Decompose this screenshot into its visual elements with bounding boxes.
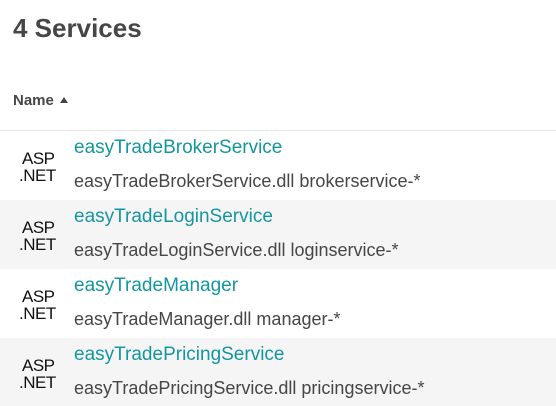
service-name-link[interactable]: easyTradeBrokerService	[74, 137, 282, 159]
table-row: ASP .NET easyTradePricingService easyTra…	[0, 338, 556, 406]
aspnet-icon: ASP .NET	[19, 149, 56, 185]
service-detail: easyTradePricingService.dll pricingservi…	[74, 378, 425, 398]
table-row: ASP .NET easyTradeManager easyTradeManag…	[0, 269, 556, 338]
sort-ascending-icon	[59, 96, 68, 103]
service-detail: easyTradeBrokerService.dll brokerservice…	[74, 171, 421, 191]
aspnet-icon: ASP .NET	[19, 218, 56, 254]
name-column-header[interactable]: Name	[13, 92, 68, 109]
service-name-link[interactable]: easyTradeManager	[74, 275, 238, 297]
table-row: ASP .NET easyTradeLoginService easyTrade…	[0, 200, 556, 269]
page-title: 4 Services	[13, 13, 142, 43]
name-column-label: Name	[13, 92, 54, 109]
services-page: 4 Services Name ASP .NET easyTradeBroker…	[0, 0, 556, 406]
service-detail: easyTradeManager.dll manager-*	[74, 309, 341, 329]
aspnet-icon: ASP .NET	[19, 356, 56, 392]
aspnet-icon: ASP .NET	[19, 287, 56, 323]
service-name-link[interactable]: easyTradeLoginService	[74, 206, 273, 228]
table-row: ASP .NET easyTradeBrokerService easyTrad…	[0, 131, 556, 200]
services-list: ASP .NET easyTradeBrokerService easyTrad…	[0, 131, 556, 406]
service-name-link[interactable]: easyTradePricingService	[74, 344, 285, 366]
service-detail: easyTradeLoginService.dll loginservice-*	[74, 240, 399, 260]
